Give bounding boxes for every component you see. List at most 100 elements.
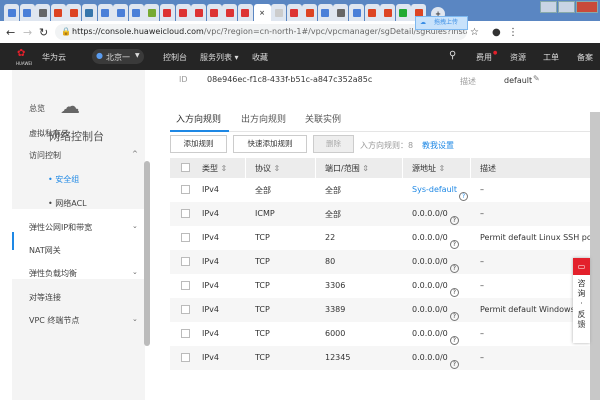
column-header[interactable]: 源地址 ⇕ [412,163,445,174]
sidebar-item[interactable]: 总览 [29,103,45,114]
browser-tab[interactable] [364,4,380,21]
column-header[interactable]: 类型 ⇕ [202,163,227,174]
browser-tab[interactable] [66,4,82,21]
help-icon[interactable]: ? [449,360,459,369]
column-header[interactable]: 端口/范围 ⇕ [325,163,369,174]
help-icon[interactable]: ? [449,264,459,273]
tab-instances[interactable]: 关联实例 [305,112,341,125]
tab-inbound[interactable]: 入方向规则 [176,112,221,125]
browser-tab[interactable] [50,4,66,21]
row-checkbox[interactable] [181,209,190,218]
browser-tab[interactable] [175,4,191,21]
sort-icon[interactable]: ⇕ [362,164,369,173]
reload-icon[interactable]: ↻ [39,26,48,39]
browser-tab[interactable] [97,4,113,21]
browser-tab[interactable] [271,4,287,21]
chevron-down-icon[interactable]: ⌄ [132,222,138,230]
chevron-up-icon[interactable]: ^ [132,150,138,158]
help-icon[interactable]: ? [449,240,459,249]
sidebar-item[interactable]: NAT网关 [29,245,61,256]
browser-tab[interactable] [333,4,349,21]
maximize-button[interactable] [558,1,575,13]
sidebar-item[interactable]: 弹性负载均衡 [29,268,77,279]
table-cell: 3306 [325,281,346,290]
star-icon[interactable]: ☆ [470,27,479,38]
sidebar-item[interactable]: • 网络ACL [48,198,87,209]
help-icon[interactable]: ? [459,192,469,201]
delete-button[interactable]: 删除 [313,135,354,153]
browser-tab[interactable] [317,4,333,21]
minimize-button[interactable] [540,1,557,13]
back-icon[interactable]: ← [6,26,15,39]
chevron-down-icon[interactable]: ⌄ [132,315,138,323]
browser-tab[interactable] [380,4,396,21]
help-icon[interactable]: ? [449,312,459,321]
search-icon[interactable]: ⚲ [449,50,456,61]
browser-tab[interactable] [349,4,365,21]
quick-add-rule-button[interactable]: 快速添加规则 [233,135,307,153]
browser-tab[interactable] [302,4,318,21]
page-scrollbar[interactable] [590,112,600,400]
profile-icon[interactable]: ● [492,27,501,38]
nav-billing[interactable]: 费用 [476,52,492,63]
row-checkbox[interactable] [181,281,190,290]
nav-console[interactable]: 控制台 [163,52,187,63]
nav-resources[interactable]: 资源 [510,52,526,63]
sidebar-item[interactable]: 对等连接 [29,292,61,303]
row-checkbox[interactable] [181,353,190,362]
sidebar-scrollbar[interactable] [144,161,150,346]
browser-tab-active[interactable]: × [253,4,271,21]
browser-tab[interactable] [113,4,129,21]
nav-favorites[interactable]: 收藏 [252,52,268,63]
close-window-button[interactable] [576,1,598,13]
sidebar-item[interactable]: • 安全组 [48,174,79,185]
table-row: IPv4 TCP 6000 0.0.0.0/0? – [170,322,600,346]
select-all-checkbox[interactable] [181,163,190,172]
url-input[interactable]: 🔒 https://console.huaweicloud.com/vpc/?re… [55,24,467,40]
help-icon[interactable]: ? [449,336,459,345]
help-icon[interactable]: ? [449,216,459,225]
browser-tab[interactable] [35,4,51,21]
browser-tab[interactable] [128,4,144,21]
nav-services[interactable]: 服务列表 ▾ [200,52,239,63]
browser-tab[interactable] [395,4,411,21]
browser-tab[interactable] [159,4,175,21]
feedback-widget[interactable]: ▭ 咨询·反馈 [573,258,590,343]
browser-tab[interactable] [19,4,35,21]
help-link[interactable]: 教我设置 [422,140,454,151]
sort-icon[interactable]: ⇕ [274,164,281,173]
row-checkbox[interactable] [181,233,190,242]
browser-tab[interactable] [4,4,19,21]
sidebar-item[interactable]: 弹性公网IP和带宽 [29,222,92,233]
forward-icon[interactable]: → [23,26,32,39]
row-checkbox[interactable] [181,329,190,338]
row-checkbox[interactable] [181,185,190,194]
row-checkbox[interactable] [181,305,190,314]
table-cell[interactable]: Sys-default? [412,185,469,201]
region-select[interactable]: ● 北京一 ▼ [92,49,144,64]
browser-tab[interactable] [206,4,222,21]
edit-icon[interactable]: ✎ [533,74,540,83]
help-icon[interactable]: ? [449,288,459,297]
browser-tab[interactable] [144,4,160,21]
nav-filing[interactable]: 备案 [577,52,593,63]
add-rule-button[interactable]: 添加规则 [170,135,227,153]
menu-icon[interactable]: ⋮ [508,27,518,38]
tab-outbound[interactable]: 出方向规则 [241,112,286,125]
browser-tab[interactable] [286,4,302,21]
browser-tab[interactable] [237,4,253,21]
row-checkbox[interactable] [181,257,190,266]
nav-tickets[interactable]: 工单 [543,52,559,63]
sidebar-item[interactable]: VPC 终端节点 [29,315,79,326]
sort-icon[interactable]: ⇕ [221,164,228,173]
upload-widget[interactable]: ☁ 拖拽上传 [415,16,468,30]
browser-tab[interactable] [191,4,207,21]
browser-tab[interactable] [81,4,97,21]
sidebar-item[interactable]: 虚拟私有云 [29,128,69,139]
browser-tab[interactable] [222,4,238,21]
sidebar-item[interactable]: 访问控制 [29,150,61,161]
column-header[interactable]: 协议 ⇕ [255,163,280,174]
notification-dot: ● [493,50,498,56]
sort-icon[interactable]: ⇕ [439,164,446,173]
chevron-down-icon[interactable]: ⌄ [132,268,138,276]
